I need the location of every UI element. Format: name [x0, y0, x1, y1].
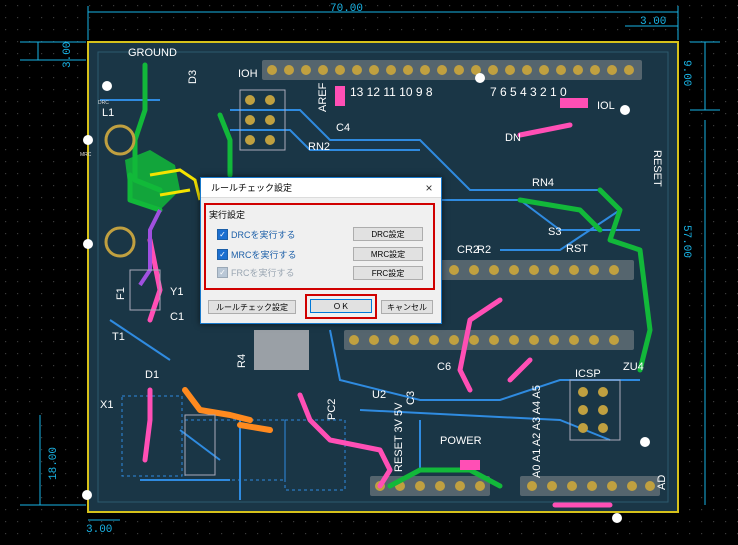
- ok-button[interactable]: ＯＫ: [310, 299, 372, 313]
- label-power: POWER: [440, 435, 482, 447]
- label-s3: S3: [548, 226, 561, 238]
- label-ground: GROUND: [128, 47, 177, 59]
- drc-checkbox-row[interactable]: ✓ DRCを実行する: [217, 228, 296, 241]
- label-c4: C4: [336, 122, 350, 134]
- label-r4: R4: [236, 354, 248, 368]
- label-f1: F1: [115, 287, 127, 300]
- mrc-settings-button[interactable]: MRC設定: [353, 247, 423, 261]
- label-aref: AREF: [317, 82, 329, 112]
- label-vin-row: RESET 3V 5V: [393, 402, 405, 472]
- label-c1: C1: [170, 311, 184, 323]
- mrc-checkbox-label: MRCを実行する: [231, 250, 297, 260]
- dim-left-bottom: 18.00: [48, 447, 60, 480]
- label-dn: DN: [505, 132, 521, 144]
- label-iol: IOL: [597, 100, 615, 112]
- drc-label: DRC: [98, 100, 109, 106]
- frc-checkbox-label: FRCを実行する: [231, 268, 295, 278]
- label-x1: X1: [100, 399, 113, 411]
- dim-left-top: 3.00: [62, 42, 74, 68]
- dim-right-top: 9.00: [680, 60, 692, 86]
- rule-check-dialog: ルールチェック設定 × 実行設定 ✓ DRCを実行する ✓ MRCを実行する ✓…: [200, 177, 442, 324]
- label-reset: RESET: [651, 150, 663, 187]
- label-pins-low: 7 6 5 4 3 2 1 0: [490, 85, 567, 99]
- cancel-button[interactable]: キャンセル: [381, 300, 433, 314]
- label-rn4: RN4: [532, 177, 554, 189]
- label-icsp: ICSP: [575, 368, 601, 380]
- drc-checkbox-label: DRCを実行する: [231, 230, 296, 240]
- label-d3: D3: [187, 70, 199, 84]
- label-u2: U2: [372, 389, 386, 401]
- mrc-checkbox-row[interactable]: ✓ MRCを実行する: [217, 248, 297, 261]
- drc-checkbox[interactable]: ✓: [217, 229, 228, 240]
- mrc-checkbox[interactable]: ✓: [217, 249, 228, 260]
- label-d1: D1: [145, 369, 159, 381]
- label-rn2: RN2: [308, 141, 330, 153]
- group-label: 実行設定: [209, 210, 246, 220]
- dim-top: 70.00: [330, 3, 363, 15]
- label-r2: R2: [477, 244, 491, 256]
- label-ioh: IOH: [238, 68, 258, 80]
- mrc-label: MRC: [80, 152, 92, 158]
- dim-right-mid: 57.00: [680, 225, 692, 258]
- label-l1: L1: [102, 107, 114, 119]
- close-icon[interactable]: ×: [423, 182, 435, 194]
- dim-bottom-left: 3.00: [86, 524, 112, 536]
- label-c6: C6: [437, 361, 451, 373]
- rule-settings-button[interactable]: ルールチェック設定: [208, 300, 296, 314]
- label-ad: AD: [656, 475, 668, 490]
- label-rst: RST: [566, 243, 588, 255]
- label-c3: C3: [405, 391, 417, 405]
- label-zu4: ZU4: [623, 361, 644, 373]
- label-cr2: CR2: [457, 244, 479, 256]
- drc-settings-button[interactable]: DRC設定: [353, 227, 423, 241]
- label-pins-high: 13 12 11 10 9 8: [350, 85, 433, 99]
- label-a-pins: A0 A1 A2 A3 A4 A5: [531, 385, 543, 478]
- label-y1: Y1: [170, 286, 183, 298]
- dialog-titlebar: ルールチェック設定 ×: [201, 178, 441, 198]
- dialog-title: ルールチェック設定: [211, 183, 293, 193]
- dim-top-right: 3.00: [640, 16, 666, 28]
- frc-checkbox-row: ✓ FRCを実行する: [217, 266, 295, 279]
- label-t1: T1: [112, 331, 125, 343]
- frc-settings-button[interactable]: FRC設定: [353, 266, 423, 280]
- label-pc2: PC2: [326, 399, 338, 420]
- frc-checkbox: ✓: [217, 267, 228, 278]
